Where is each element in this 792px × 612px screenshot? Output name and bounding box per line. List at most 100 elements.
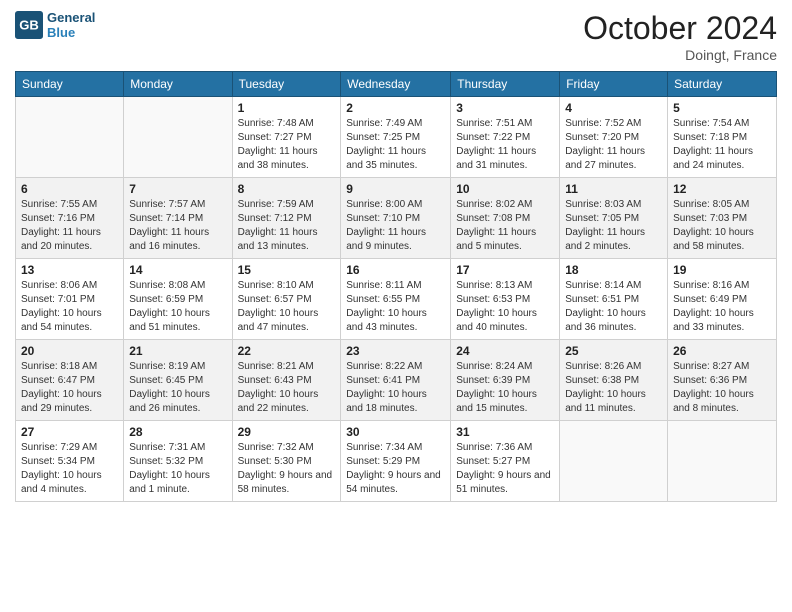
calendar-day-cell: 31 Sunrise: 7:36 AMSunset: 5:27 PMDayligh… [451, 421, 560, 502]
day-info: Sunrise: 8:24 AMSunset: 6:39 PMDaylight:… [456, 360, 554, 416]
day-info: Sunrise: 8:03 AMSunset: 7:05 PMDaylight:… [565, 198, 662, 254]
day-info: Sunrise: 8:21 AMSunset: 6:43 PMDaylight:… [238, 360, 336, 416]
day-number: 24 [456, 344, 554, 358]
day-info: Sunrise: 7:48 AMSunset: 7:27 PMDaylight:… [238, 117, 336, 173]
day-info: Sunrise: 7:57 AMSunset: 7:14 PMDaylight:… [129, 198, 226, 254]
calendar-day-cell: 14 Sunrise: 8:08 AMSunset: 6:59 PMDayligh… [124, 259, 232, 340]
calendar-day-cell: 30 Sunrise: 7:34 AMSunset: 5:29 PMDayligh… [341, 421, 451, 502]
day-number: 5 [673, 101, 771, 115]
day-number: 31 [456, 425, 554, 439]
day-info: Sunrise: 7:52 AMSunset: 7:20 PMDaylight:… [565, 117, 662, 173]
calendar-week-row: 20Sunrise: 8:18 AMSunset: 6:47 PMDayligh… [16, 340, 777, 421]
calendar-day-cell: 10 Sunrise: 8:02 AMSunset: 7:08 PMDayligh… [451, 178, 560, 259]
day-number: 8 [238, 182, 336, 196]
calendar-day-cell: 17 Sunrise: 8:13 AMSunset: 6:53 PMDayligh… [451, 259, 560, 340]
day-number: 6 [21, 182, 118, 196]
day-number: 11 [565, 182, 662, 196]
weekday-header: Thursday [451, 72, 560, 97]
svg-text:GB: GB [19, 18, 39, 33]
day-number: 25 [565, 344, 662, 358]
calendar-week-row: 27 Sunrise: 7:29 AMSunset: 5:34 PMDayligh… [16, 421, 777, 502]
calendar-day-cell [124, 97, 232, 178]
title-block: October 2024 Doingt, France [583, 10, 777, 63]
logo: GB General Blue [15, 10, 95, 40]
day-info: Sunrise: 7:34 AMSunset: 5:29 PMDaylight:… [346, 441, 445, 497]
calendar-day-cell: 1 Sunrise: 7:48 AMSunset: 7:27 PMDaylight… [232, 97, 341, 178]
calendar-day-cell: 20Sunrise: 8:18 AMSunset: 6:47 PMDayligh… [16, 340, 124, 421]
calendar-day-cell: 18 Sunrise: 8:14 AMSunset: 6:51 PMDayligh… [560, 259, 668, 340]
day-info: Sunrise: 8:26 AMSunset: 6:38 PMDaylight:… [565, 360, 662, 416]
day-number: 21 [129, 344, 226, 358]
calendar-day-cell: 26Sunrise: 8:27 AMSunset: 6:36 PMDayligh… [668, 340, 777, 421]
calendar-week-row: 6Sunrise: 7:55 AMSunset: 7:16 PMDaylight… [16, 178, 777, 259]
day-number: 30 [346, 425, 445, 439]
day-info: Sunrise: 8:13 AMSunset: 6:53 PMDaylight:… [456, 279, 554, 335]
calendar: SundayMondayTuesdayWednesdayThursdayFrid… [15, 71, 777, 502]
header: GB General Blue October 2024 Doingt, Fra… [15, 10, 777, 63]
day-number: 16 [346, 263, 445, 277]
day-info: Sunrise: 7:32 AMSunset: 5:30 PMDaylight:… [238, 441, 336, 497]
calendar-day-cell: 28Sunrise: 7:31 AMSunset: 5:32 PMDayligh… [124, 421, 232, 502]
day-number: 1 [238, 101, 336, 115]
calendar-day-cell: 15 Sunrise: 8:10 AMSunset: 6:57 PMDayligh… [232, 259, 341, 340]
calendar-day-cell: 19 Sunrise: 8:16 AMSunset: 6:49 PMDayligh… [668, 259, 777, 340]
calendar-day-cell: 8 Sunrise: 7:59 AMSunset: 7:12 PMDaylight… [232, 178, 341, 259]
day-info: Sunrise: 8:08 AMSunset: 6:59 PMDaylight:… [129, 279, 226, 335]
day-number: 26 [673, 344, 771, 358]
calendar-week-row: 13Sunrise: 8:06 AMSunset: 7:01 PMDayligh… [16, 259, 777, 340]
page: GB General Blue October 2024 Doingt, Fra… [0, 0, 792, 612]
day-info: Sunrise: 8:02 AMSunset: 7:08 PMDaylight:… [456, 198, 554, 254]
day-number: 9 [346, 182, 445, 196]
calendar-day-cell: 3 Sunrise: 7:51 AMSunset: 7:22 PMDaylight… [451, 97, 560, 178]
weekday-header: Wednesday [341, 72, 451, 97]
calendar-day-cell: 29Sunrise: 7:32 AMSunset: 5:30 PMDayligh… [232, 421, 341, 502]
month-title: October 2024 [583, 10, 777, 47]
day-info: Sunrise: 8:11 AMSunset: 6:55 PMDaylight:… [346, 279, 445, 335]
day-info: Sunrise: 8:19 AMSunset: 6:45 PMDaylight:… [129, 360, 226, 416]
day-number: 4 [565, 101, 662, 115]
day-info: Sunrise: 7:54 AMSunset: 7:18 PMDaylight:… [673, 117, 771, 173]
weekday-header: Friday [560, 72, 668, 97]
calendar-week-row: 1 Sunrise: 7:48 AMSunset: 7:27 PMDaylight… [16, 97, 777, 178]
day-number: 17 [456, 263, 554, 277]
day-info: Sunrise: 7:49 AMSunset: 7:25 PMDaylight:… [346, 117, 445, 173]
calendar-day-cell: 21 Sunrise: 8:19 AMSunset: 6:45 PMDayligh… [124, 340, 232, 421]
calendar-day-cell: 7 Sunrise: 7:57 AMSunset: 7:14 PMDaylight… [124, 178, 232, 259]
day-number: 19 [673, 263, 771, 277]
day-info: Sunrise: 8:00 AMSunset: 7:10 PMDaylight:… [346, 198, 445, 254]
day-number: 3 [456, 101, 554, 115]
day-info: Sunrise: 8:10 AMSunset: 6:57 PMDaylight:… [238, 279, 336, 335]
calendar-day-cell: 2 Sunrise: 7:49 AMSunset: 7:25 PMDaylight… [341, 97, 451, 178]
day-info: Sunrise: 7:59 AMSunset: 7:12 PMDaylight:… [238, 198, 336, 254]
location: Doingt, France [583, 47, 777, 63]
day-number: 14 [129, 263, 226, 277]
day-number: 2 [346, 101, 445, 115]
day-info: Sunrise: 7:31 AMSunset: 5:32 PMDaylight:… [129, 441, 226, 497]
calendar-day-cell [560, 421, 668, 502]
day-info: Sunrise: 7:29 AMSunset: 5:34 PMDaylight:… [21, 441, 118, 497]
logo-icon: GB [15, 11, 43, 39]
day-number: 20 [21, 344, 118, 358]
weekday-header: Tuesday [232, 72, 341, 97]
day-info: Sunrise: 7:36 AMSunset: 5:27 PMDaylight:… [456, 441, 554, 497]
day-info: Sunrise: 8:16 AMSunset: 6:49 PMDaylight:… [673, 279, 771, 335]
calendar-day-cell: 27 Sunrise: 7:29 AMSunset: 5:34 PMDayligh… [16, 421, 124, 502]
calendar-day-cell [16, 97, 124, 178]
calendar-day-cell: 16 Sunrise: 8:11 AMSunset: 6:55 PMDayligh… [341, 259, 451, 340]
calendar-day-cell: 13Sunrise: 8:06 AMSunset: 7:01 PMDayligh… [16, 259, 124, 340]
calendar-day-cell: 23Sunrise: 8:22 AMSunset: 6:41 PMDayligh… [341, 340, 451, 421]
weekday-header: Sunday [16, 72, 124, 97]
day-info: Sunrise: 8:14 AMSunset: 6:51 PMDaylight:… [565, 279, 662, 335]
calendar-day-cell: 4 Sunrise: 7:52 AMSunset: 7:20 PMDaylight… [560, 97, 668, 178]
calendar-day-cell: 22Sunrise: 8:21 AMSunset: 6:43 PMDayligh… [232, 340, 341, 421]
day-info: Sunrise: 8:22 AMSunset: 6:41 PMDaylight:… [346, 360, 445, 416]
day-number: 27 [21, 425, 118, 439]
weekday-header: Monday [124, 72, 232, 97]
day-number: 7 [129, 182, 226, 196]
day-number: 15 [238, 263, 336, 277]
day-info: Sunrise: 7:51 AMSunset: 7:22 PMDaylight:… [456, 117, 554, 173]
day-number: 18 [565, 263, 662, 277]
calendar-day-cell: 9 Sunrise: 8:00 AMSunset: 7:10 PMDaylight… [341, 178, 451, 259]
day-number: 10 [456, 182, 554, 196]
calendar-day-cell: 5 Sunrise: 7:54 AMSunset: 7:18 PMDaylight… [668, 97, 777, 178]
